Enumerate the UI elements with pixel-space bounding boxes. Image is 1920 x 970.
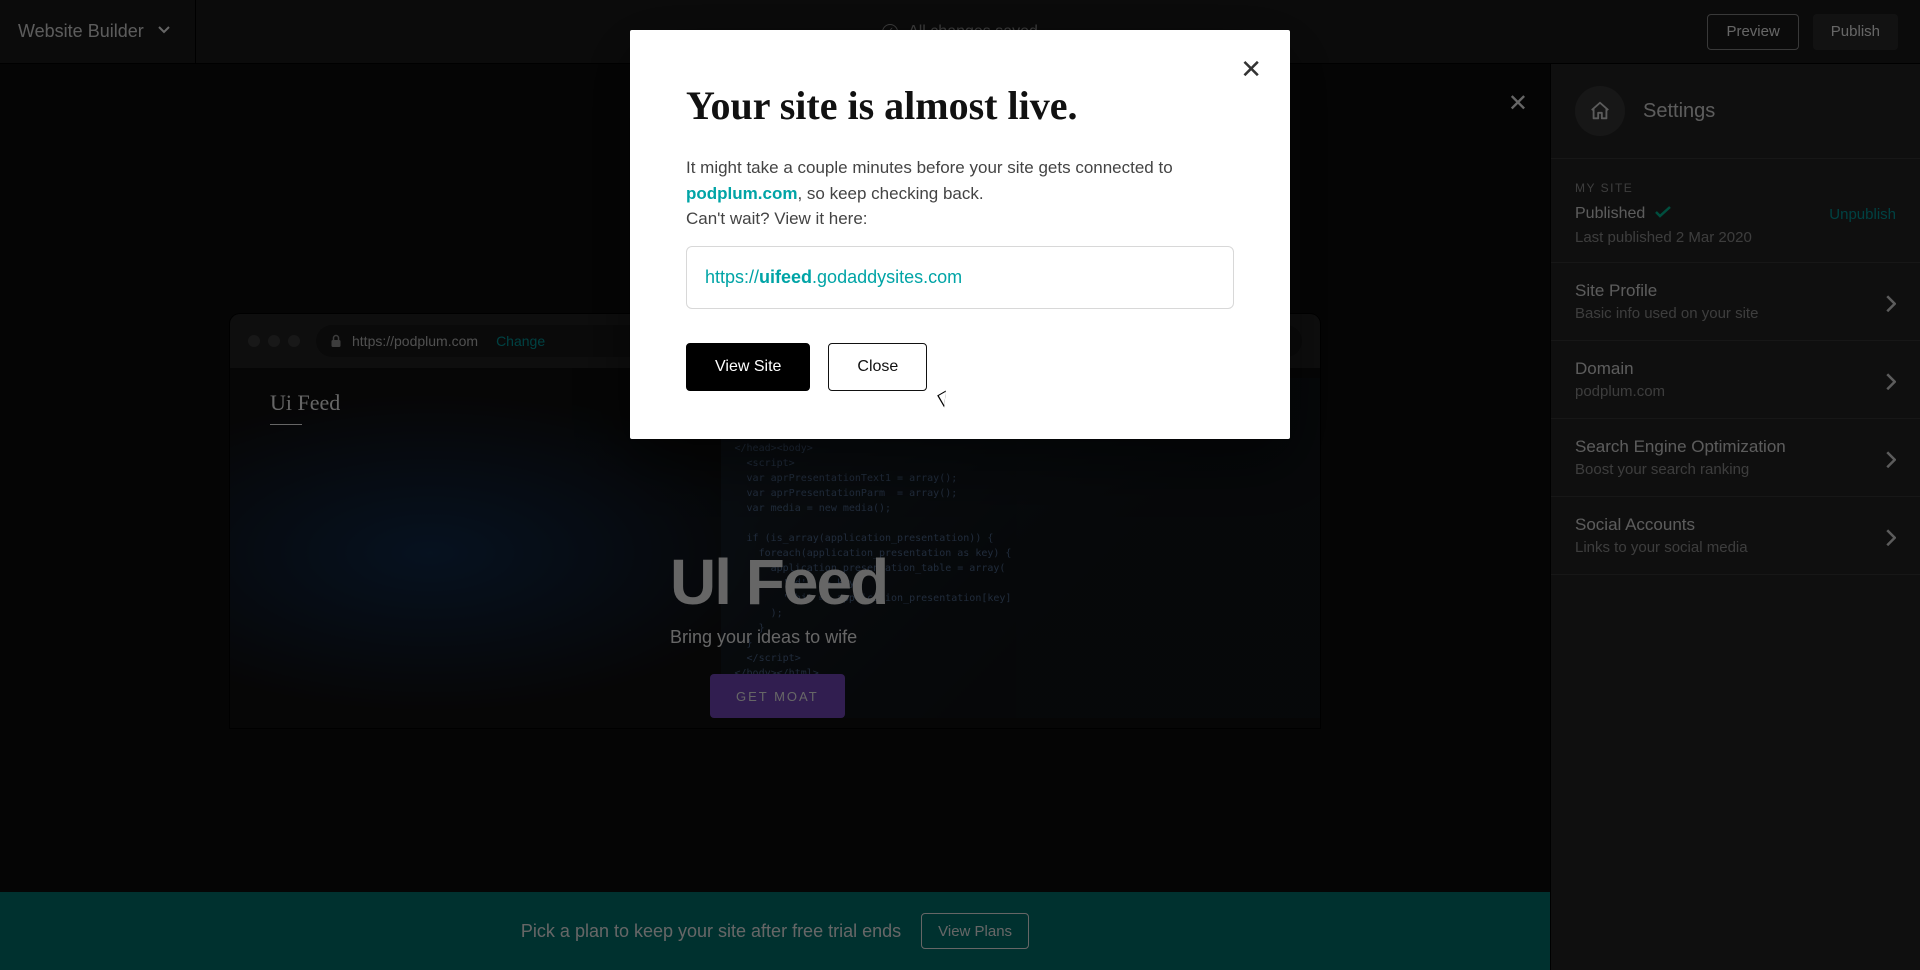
modal-overlay[interactable]: ✕ Your site is almost live. It might tak… [0, 0, 1920, 970]
temp-url-prefix: https:// [705, 267, 759, 287]
temp-url-bold: uifeed [759, 267, 812, 287]
modal-domain-link[interactable]: podplum.com [686, 184, 797, 203]
modal-actions: View Site Close [686, 343, 1234, 391]
close-modal-button[interactable]: ✕ [1240, 56, 1262, 82]
temp-url-suffix: .godaddysites.com [812, 267, 962, 287]
modal-body-after: , so keep checking back. [797, 184, 983, 203]
cursor-icon [940, 392, 954, 412]
modal-body-before: It might take a couple minutes before yo… [686, 158, 1173, 177]
close-button[interactable]: Close [828, 343, 927, 391]
temp-url-box[interactable]: https://uifeed.godaddysites.com [686, 246, 1234, 309]
view-site-button[interactable]: View Site [686, 343, 810, 391]
modal-cant-wait: Can't wait? View it here: [686, 206, 1234, 232]
modal-title: Your site is almost live. [686, 82, 1234, 129]
almost-live-modal: ✕ Your site is almost live. It might tak… [630, 30, 1290, 439]
modal-body: It might take a couple minutes before yo… [686, 155, 1234, 206]
